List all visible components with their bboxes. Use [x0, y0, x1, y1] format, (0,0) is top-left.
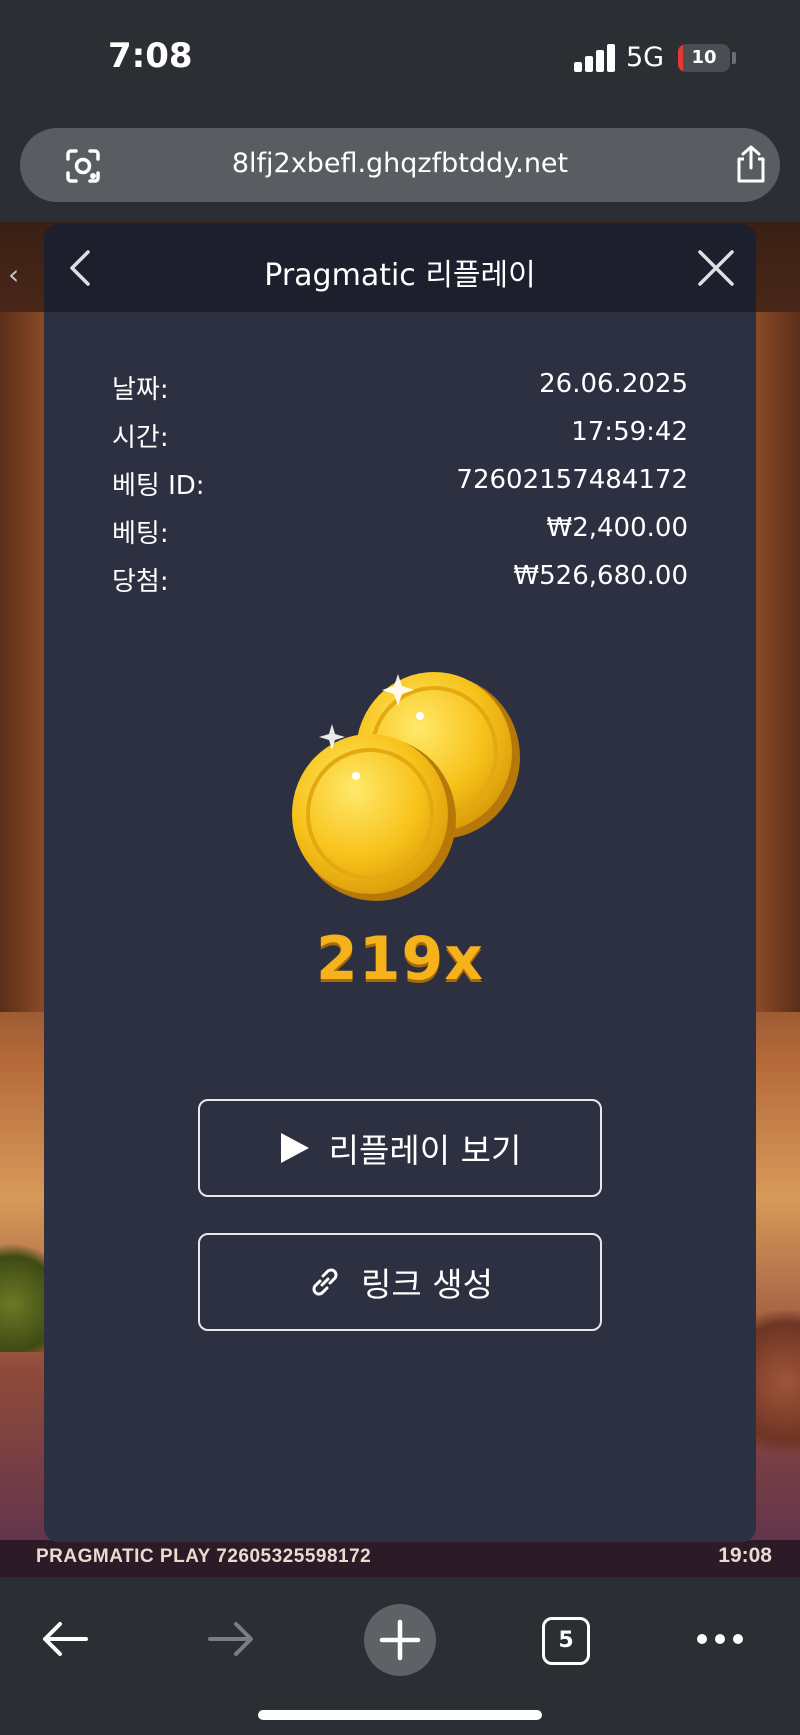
info-row-win: 당첨: ₩526,680.00 [112, 561, 688, 609]
signal-icon [574, 44, 616, 72]
modal-title: Pragmatic 리플레이 [264, 258, 536, 293]
new-tab-button[interactable] [364, 1604, 436, 1676]
share-icon[interactable] [732, 144, 770, 184]
info-value: 72602157484172 [456, 465, 688, 495]
game-chevron-left-icon: ‹ [8, 258, 20, 291]
bet-info-list: 날짜: 26.06.2025 시간: 17:59:42 베팅 ID: 72602… [112, 369, 688, 609]
link-icon [312, 1268, 338, 1296]
battery-level: 10 [691, 47, 717, 68]
info-label: 당첨: [112, 567, 169, 597]
play-icon [280, 1133, 309, 1163]
home-indicator[interactable] [258, 1710, 542, 1720]
game-frame-right [756, 312, 800, 1012]
close-icon[interactable] [692, 244, 740, 292]
network-type: 5G [626, 42, 665, 73]
replay-modal: Pragmatic 리플레이 날짜: 26.06.2025 시간: 17:59:… [44, 224, 756, 1542]
tabs-icon[interactable]: 5 [542, 1617, 590, 1665]
battery-icon: 10 [678, 44, 730, 72]
more-icon[interactable] [694, 1619, 746, 1659]
info-label: 베팅: [112, 519, 169, 549]
info-value: 17:59:42 [571, 417, 688, 447]
arrow-right-icon[interactable] [206, 1619, 256, 1659]
replay-button[interactable]: 리플레이 보기 [198, 1099, 602, 1197]
tab-count: 5 [558, 1628, 574, 1653]
info-row-date: 날짜: 26.06.2025 [112, 369, 688, 417]
screen: 7:08 5G 10 8lfj2xbefl.ghqzfbtddy.net ‹ P… [0, 0, 800, 1735]
info-label: 시간: [112, 423, 169, 453]
win-multiplier: 219x [316, 924, 484, 994]
url-text[interactable]: 8lfj2xbefl.ghqzfbtddy.net [20, 148, 780, 179]
info-label: 베팅 ID: [112, 471, 205, 501]
url-bar[interactable]: 8lfj2xbefl.ghqzfbtddy.net [20, 128, 780, 202]
info-row-bet-id: 베팅 ID: 72602157484172 [112, 465, 688, 513]
status-bar: 7:08 5G 10 [0, 0, 800, 110]
game-footer-provider: PRAGMATIC PLAY 72605325598172 [36, 1546, 372, 1567]
create-link-button-label: 링크 생성 [361, 1265, 493, 1304]
arrow-left-icon[interactable] [40, 1619, 90, 1659]
game-frame-left [0, 312, 44, 1012]
status-time: 7:08 [108, 36, 193, 76]
modal-header: Pragmatic 리플레이 [44, 224, 756, 312]
gold-coins-icon [292, 672, 520, 901]
info-label: 날짜: [112, 375, 169, 405]
plus-icon [379, 1619, 421, 1661]
info-row-bet: 베팅: ₩2,400.00 [112, 513, 688, 561]
info-value: ₩2,400.00 [546, 513, 689, 543]
info-row-time: 시간: 17:59:42 [112, 417, 688, 465]
browser-toolbar: 5 [0, 1577, 800, 1735]
info-value: ₩526,680.00 [513, 561, 688, 591]
info-value: 26.06.2025 [539, 369, 688, 399]
battery-nub [732, 52, 736, 64]
replay-button-label: 리플레이 보기 [328, 1131, 522, 1170]
create-link-button[interactable]: 링크 생성 [198, 1233, 602, 1331]
game-footer-clock: 19:08 [718, 1544, 772, 1567]
